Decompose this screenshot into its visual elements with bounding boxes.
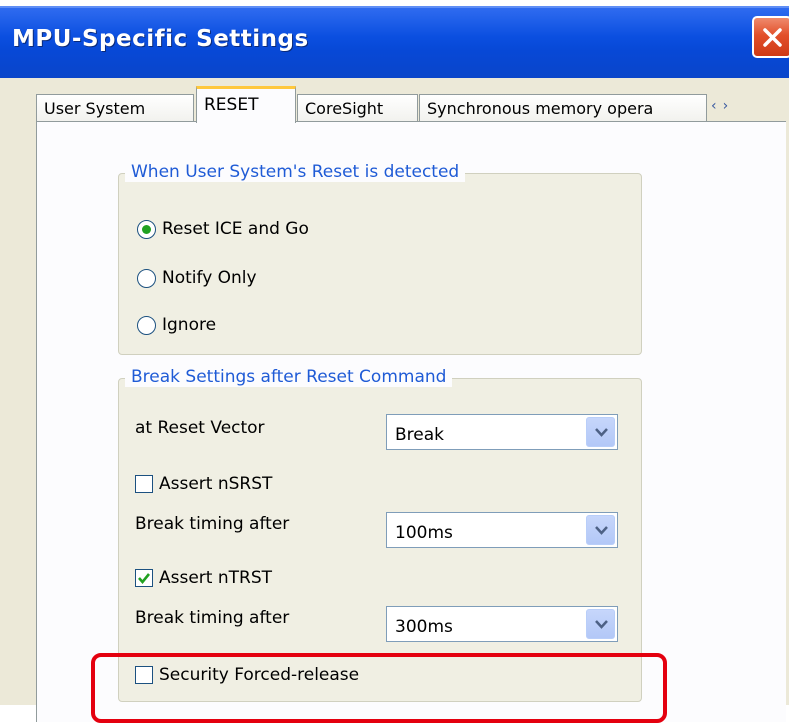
dropdown-button[interactable] xyxy=(586,609,615,639)
chevron-down-icon xyxy=(595,428,608,437)
radio-button[interactable] xyxy=(137,268,156,288)
radio-button-selected[interactable] xyxy=(137,219,156,239)
ntrst-timing-select[interactable]: 300ms xyxy=(386,606,618,642)
checkbox-assert-nsrst[interactable]: Assert nSRST xyxy=(135,474,272,494)
window-title: MPU-Specific Settings xyxy=(12,26,309,52)
select-value: Break xyxy=(395,425,444,445)
radio-notify-only[interactable]: Notify Only xyxy=(137,268,257,288)
tab-label: Synchronous memory opera xyxy=(427,99,654,118)
chevron-down-icon xyxy=(595,620,608,629)
close-icon xyxy=(763,28,782,47)
tab-label: RESET xyxy=(204,95,259,115)
nsrst-timing-label: Break timing after xyxy=(135,514,290,534)
tab-scroll-buttons[interactable]: ‹› xyxy=(705,94,761,120)
dropdown-button[interactable] xyxy=(586,417,615,447)
ntrst-timing-label: Break timing after xyxy=(135,608,290,628)
highlight-box xyxy=(91,653,667,723)
radio-label: Ignore xyxy=(162,315,217,335)
tab-scroll-right-icon[interactable]: › xyxy=(723,98,735,114)
checkbox-checked[interactable] xyxy=(135,569,153,587)
title-bar[interactable]: MPU-Specific Settings xyxy=(0,6,789,80)
reset-vector-select[interactable]: Break xyxy=(386,414,618,450)
radio-reset-ice-and-go[interactable]: Reset ICE and Go xyxy=(137,219,309,239)
checkbox-assert-ntrst[interactable]: Assert nTRST xyxy=(135,568,272,588)
tab-label: CoreSight xyxy=(305,99,384,118)
checkbox-label: Assert nSRST xyxy=(159,474,273,494)
close-button[interactable] xyxy=(752,16,789,58)
select-value: 100ms xyxy=(395,523,453,543)
group-legend: When User System's Reset is detected xyxy=(125,162,466,182)
group-legend: Break Settings after Reset Command xyxy=(125,367,453,387)
nsrst-timing-select[interactable]: 100ms xyxy=(386,512,618,548)
tab-user-system[interactable]: User System xyxy=(36,94,194,121)
reset-vector-label: at Reset Vector xyxy=(135,418,265,438)
radio-label: Reset ICE and Go xyxy=(162,219,309,239)
checkbox-label: Assert nTRST xyxy=(159,568,273,588)
tab-scroll-left-icon[interactable]: ‹ xyxy=(711,98,723,114)
check-mark-icon xyxy=(138,573,151,585)
dropdown-button[interactable] xyxy=(586,515,615,545)
radio-label: Notify Only xyxy=(162,268,257,288)
checkbox[interactable] xyxy=(135,475,153,493)
tab-synchronous-memory[interactable]: Synchronous memory opera xyxy=(419,94,707,121)
tab-coresight[interactable]: CoreSight xyxy=(297,94,418,121)
radio-button[interactable] xyxy=(137,315,156,335)
radio-ignore[interactable]: Ignore xyxy=(137,315,216,335)
chevron-down-icon xyxy=(595,526,608,535)
tab-label: User System xyxy=(44,99,146,118)
tab-reset[interactable]: RESET xyxy=(196,86,296,123)
select-value: 300ms xyxy=(395,617,453,637)
